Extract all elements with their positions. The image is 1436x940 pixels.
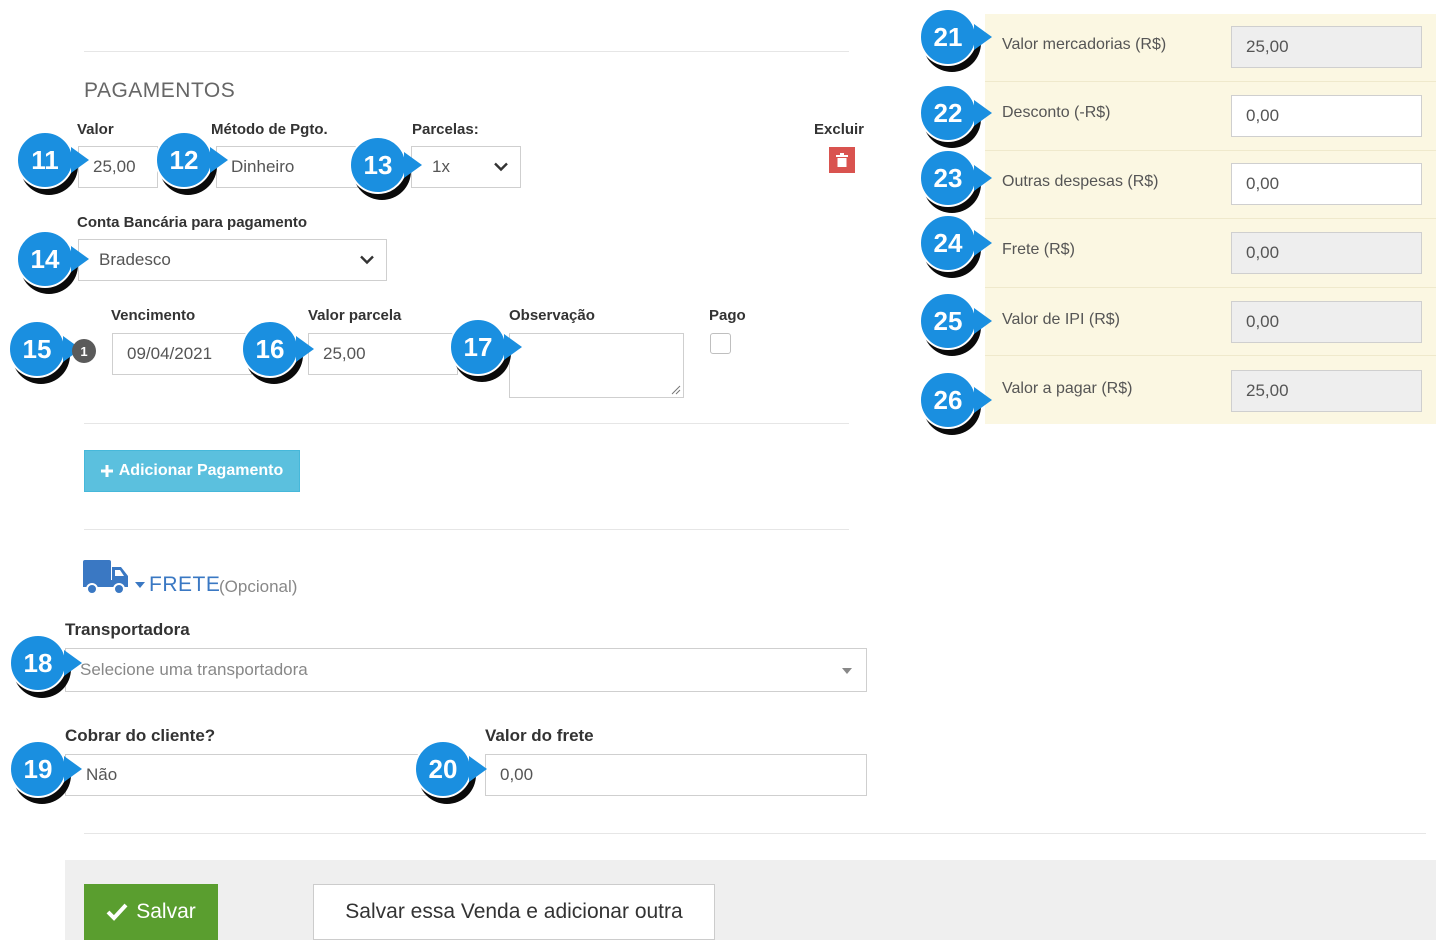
summary-divider <box>985 287 1436 288</box>
summary-outras-despesas-input[interactable]: 0,00 <box>1231 163 1422 205</box>
conta-select[interactable]: Bradesco <box>78 239 387 281</box>
metodo-value: Dinheiro <box>231 157 295 176</box>
summary-outras-despesas-value: 0,00 <box>1246 174 1280 193</box>
summary-valor-a-pagar-field: 25,00 <box>1231 370 1422 412</box>
summary-desconto-value: 0,00 <box>1246 106 1280 125</box>
metodo-input[interactable]: Dinheiro <box>216 146 358 188</box>
callout-badge: 13 <box>349 136 407 194</box>
callout-badge: 22 <box>919 84 977 142</box>
summary-frete-field: 0,00 <box>1231 232 1422 274</box>
caret-down-icon[interactable] <box>135 582 145 588</box>
parcelas-select[interactable]: 1x <box>411 146 521 188</box>
observacao-label: Observação <box>509 307 595 324</box>
valor-parcela-input[interactable]: 25,00 <box>308 333 458 375</box>
summary-label-valor-a-pagar: Valor a pagar (R$) <box>1002 380 1133 397</box>
resize-handle-icon[interactable] <box>671 385 681 395</box>
summary-label-desconto: Desconto (-R$) <box>1002 104 1111 121</box>
excluir-label: Excluir <box>814 121 865 138</box>
conta-label: Conta Bancária para pagamento <box>77 214 308 231</box>
summary-desconto-input[interactable]: 0,00 <box>1231 95 1422 137</box>
transportadora-label: Transportadora <box>65 620 190 639</box>
divider-mid <box>84 423 849 424</box>
cobrar-select[interactable]: Não <box>65 754 465 796</box>
summary-label-frete: Frete (R$) <box>1002 241 1075 258</box>
callout-badge: 15 <box>8 320 66 378</box>
callout-badge: 26 <box>919 371 977 429</box>
summary-ipi-value: 0,00 <box>1246 312 1280 331</box>
metodo-label: Método de Pgto. <box>211 121 328 138</box>
pago-checkbox[interactable] <box>710 333 731 354</box>
summary-label-ipi: Valor de IPI (R$) <box>1002 311 1120 328</box>
callout-badge: 21 <box>919 8 977 66</box>
callout-badge: 23 <box>919 149 977 207</box>
callout-badge: 17 <box>449 318 507 376</box>
callout-badge: 11 <box>16 131 74 189</box>
cobrar-label: Cobrar do cliente? <box>65 726 216 745</box>
valor-frete-label: Valor do frete <box>485 726 594 745</box>
parcelas-label: Parcelas: <box>412 121 479 138</box>
conta-value: Bradesco <box>99 250 171 269</box>
summary-divider <box>985 218 1436 219</box>
summary-panel <box>985 14 1436 424</box>
summary-divider <box>985 81 1436 82</box>
payments-section-title: PAGAMENTOS <box>84 79 236 102</box>
summary-valor-mercadorias-value: 25,00 <box>1246 37 1289 56</box>
summary-ipi-field: 0,00 <box>1231 301 1422 343</box>
save-button[interactable]: Salvar <box>84 884 218 940</box>
caret-down-icon <box>842 668 852 674</box>
footer-bar <box>65 860 1436 940</box>
truck-icon <box>83 560 128 595</box>
save-and-new-label: Salvar essa Venda e adicionar outra <box>345 900 683 923</box>
installment-number-badge: 1 <box>72 339 96 363</box>
chevron-down-icon <box>494 162 508 172</box>
transportadora-select[interactable]: Selecione uma transportadora <box>65 648 867 692</box>
valor-frete-value: 0,00 <box>500 765 534 784</box>
vencimento-label: Vencimento <box>111 307 196 324</box>
summary-divider <box>985 355 1436 356</box>
summary-label-valor-mercadorias: Valor mercadorias (R$) <box>1002 36 1167 53</box>
chevron-down-icon <box>360 255 374 265</box>
callout-badge: 14 <box>16 230 74 288</box>
trash-icon <box>836 153 848 167</box>
add-payment-label: Adicionar Pagamento <box>118 462 284 479</box>
valor-label: Valor <box>77 121 114 138</box>
valor-parcela-label: Valor parcela <box>308 307 402 324</box>
callout-badge: 18 <box>9 634 67 692</box>
save-and-new-button[interactable]: Salvar essa Venda e adicionar outra <box>313 884 715 940</box>
callout-badge: 20 <box>414 740 472 798</box>
vencimento-value: 09/04/2021 <box>127 344 213 363</box>
parcelas-value: 1x <box>432 157 450 176</box>
freight-section-title[interactable]: FRETE <box>149 573 220 597</box>
summary-label-outras-despesas: Outras despesas (R$) <box>1002 173 1159 190</box>
pago-label: Pago <box>709 307 746 324</box>
summary-valor-a-pagar-value: 25,00 <box>1246 381 1289 400</box>
valor-value: 25,00 <box>93 157 136 176</box>
callout-badge: 19 <box>9 740 67 798</box>
callout-badge: 25 <box>919 292 977 350</box>
vencimento-input[interactable]: 09/04/2021 <box>112 333 252 375</box>
save-label: Salvar <box>136 900 196 923</box>
check-icon <box>106 903 128 921</box>
summary-valor-mercadorias-field: 25,00 <box>1231 26 1422 68</box>
callout-badge: 24 <box>919 214 977 272</box>
summary-divider <box>985 150 1436 151</box>
transportadora-placeholder: Selecione uma transportadora <box>80 660 308 679</box>
divider-bottom <box>84 833 1426 834</box>
cobrar-value: Não <box>86 765 118 784</box>
plus-icon <box>100 465 113 477</box>
freight-optional-label: (Opcional) <box>219 577 298 596</box>
observacao-textarea[interactable] <box>509 333 684 398</box>
divider-top <box>84 51 849 52</box>
valor-parcela-value: 25,00 <box>323 344 366 363</box>
summary-frete-value: 0,00 <box>1246 243 1280 262</box>
delete-payment-button[interactable] <box>829 147 855 173</box>
valor-frete-input[interactable]: 0,00 <box>485 754 867 796</box>
callout-badge: 12 <box>155 131 213 189</box>
add-payment-button[interactable]: Adicionar Pagamento <box>84 450 300 492</box>
valor-input[interactable]: 25,00 <box>78 146 158 188</box>
callout-badge: 16 <box>241 320 299 378</box>
divider-freight <box>84 529 849 530</box>
